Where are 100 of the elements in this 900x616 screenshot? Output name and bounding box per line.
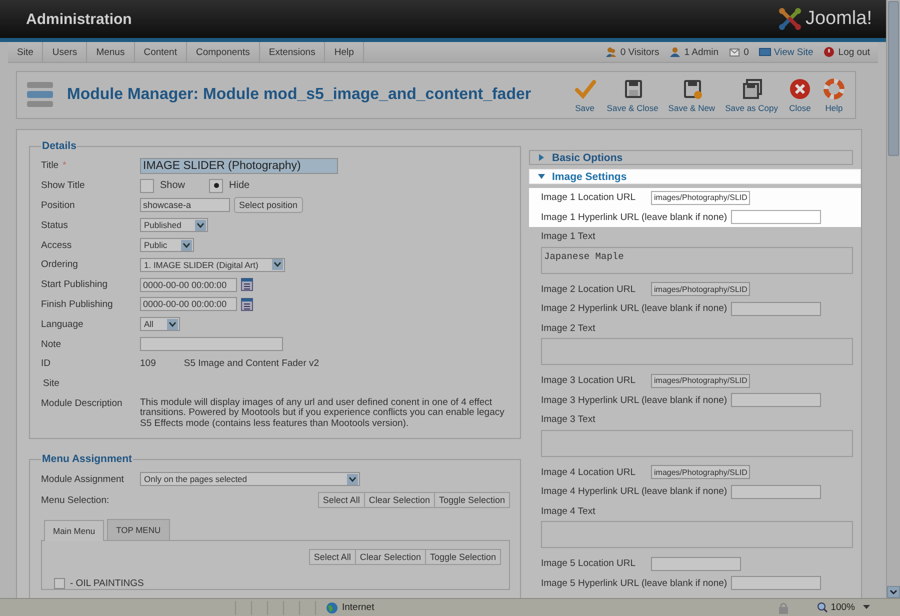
module-description: This module will display images of any url and user defined conent in one of 4 effect transitions. Powered by Mootools but if you experience conflicts you can enable legacy S5 Effects mode (contains less features than Mootools version). [140,398,506,430]
tab[interactable]: TOP MENU [107,519,170,540]
field-label: Finish Publishing [41,298,114,310]
toolbar-button[interactable]: Save & New [665,78,718,112]
menu-item[interactable]: Help [325,42,364,62]
required-mark: * [62,160,66,172]
text-area[interactable] [541,521,853,548]
monitor-icon [758,46,771,58]
button[interactable]: Select All [308,549,356,566]
field-label: Start Publishing [41,279,109,290]
field-label: Show Title [41,180,86,192]
button[interactable]: Clear Selection [354,549,426,566]
toolbar-button[interactable]: Help [819,78,849,112]
lock-icon [778,602,789,614]
panel-header[interactable]: Basic Options [529,150,853,165]
users-icon [605,46,618,58]
input-field[interactable] [731,484,822,499]
dropdown[interactable]: Only on the pages selected [140,472,360,486]
caret-down-icon [538,173,545,180]
toolbar-button[interactable]: Save as Copy [722,78,781,112]
radio-button[interactable] [140,178,154,193]
page-title: Module Manager: Module mod_s5_image_and_content_fader [67,86,532,104]
header-link[interactable]: Log out [823,46,870,58]
chevron-down-icon [349,476,356,482]
option-label: Hide [229,180,250,192]
menu-item[interactable]: Extensions [260,42,326,62]
toolbar-button[interactable]: Close [785,78,815,112]
text-area[interactable] [541,338,853,365]
text-area[interactable]: Japanese Maple [541,246,853,274]
text-area[interactable] [541,430,853,456]
input-field[interactable]: images/Photography/SLID [651,465,750,480]
chevron-down-icon [197,222,204,228]
input-field[interactable]: images/Photography/SLID [651,374,750,388]
caret-down-icon[interactable] [863,605,870,610]
chevron-down-icon[interactable] [887,586,900,598]
menu-item[interactable]: Users [43,42,88,62]
power-icon [823,46,836,58]
field-label: Note [41,338,62,350]
menu-item[interactable]: Content [134,42,187,62]
checkbox[interactable] [54,578,65,589]
app-title: Administration [26,10,132,28]
input-field[interactable] [651,556,741,571]
menu-item[interactable]: Components [186,42,260,62]
field-label: Image 2 Hyperlink URL (leave blank if none) [541,303,728,314]
menu-item[interactable]: Site [8,42,44,62]
floppy-disks-icon [740,78,763,100]
field-label: Ordering [41,259,79,270]
button[interactable]: Toggle Selection [434,492,510,508]
security-zone: Internet [316,602,466,614]
section-legend: Details [41,140,78,152]
button[interactable]: Toggle Selection [424,549,501,566]
dropdown[interactable]: Public [140,238,194,252]
input-field[interactable]: IMAGE SLIDER (Photography) [140,158,338,174]
field-label: Site [42,378,60,390]
input-field[interactable] [731,302,822,316]
field-label: Image 4 Hyperlink URL (leave blank if none) [541,486,728,498]
input-field[interactable] [731,393,822,408]
input-field[interactable]: images/Photography/SLID [651,282,750,296]
zoom-level[interactable]: 100% [808,602,863,613]
panel-header[interactable]: Image Settings [529,169,861,184]
field-label: Position [41,200,76,211]
section-legend: Menu Assignment [41,453,134,466]
input-field[interactable] [731,576,822,590]
header-link[interactable]: View Site [758,46,814,58]
field-label: Image 1 Location URL [541,192,637,204]
dropdown[interactable]: Published [140,218,208,232]
id-value: 109 [140,358,156,370]
calendar-icon[interactable] [241,298,253,311]
calendar-icon[interactable] [241,278,253,292]
header-link[interactable]: 0 [728,46,749,58]
button[interactable]: Clear Selection [364,492,435,508]
option-label: Show [160,180,186,192]
scrollbar-thumb[interactable] [888,1,899,156]
field-label: ID [41,358,52,370]
field-label: Module Description [41,398,124,409]
dropdown[interactable]: 1. IMAGE SLIDER (Digital Art) [140,258,286,272]
button[interactable]: Select position [234,197,303,214]
header-link[interactable]: 0 Visitors [605,46,660,58]
radio-button[interactable] [209,178,224,193]
input-field[interactable] [731,210,822,224]
input-field[interactable]: showcase-a [140,198,230,212]
mail-icon [728,46,741,58]
header-link[interactable]: 1 Admin [669,46,719,58]
field-label: Image 1 Text [541,231,596,242]
toolbar-button[interactable]: Save [570,78,600,112]
toolbar-button[interactable]: Save & Close [604,78,662,112]
chevron-down-icon [183,242,190,248]
input-field[interactable]: images/Photography/SLID [651,190,750,205]
input-field[interactable]: 0000-00-00 00:00:00 [140,278,237,292]
button[interactable]: Select All [318,492,365,508]
module-type: S5 Image and Content Fader v2 [184,358,320,370]
field-label: Image 3 Hyperlink URL (leave blank if none) [541,394,728,406]
input-field[interactable]: 0000-00-00 00:00:00 [140,297,237,312]
tab[interactable]: Main Menu [44,520,104,542]
input-field[interactable] [140,337,283,352]
field-label: Image 1 Hyperlink URL (leave blank if none) [541,212,728,223]
menu-item-label: - OIL PAINTINGS [70,578,144,589]
field-label: Image 5 Hyperlink URL (leave blank if none) [541,578,728,589]
menu-item[interactable]: Menus [87,42,135,62]
dropdown[interactable]: All [140,317,180,332]
